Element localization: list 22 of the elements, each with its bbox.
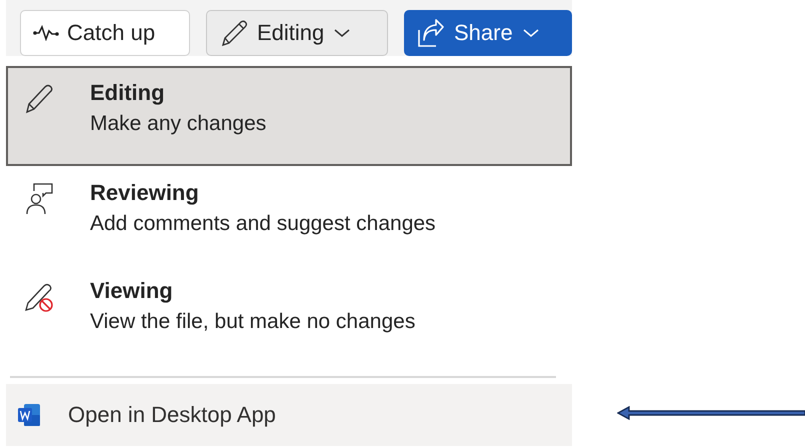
share-icon [416, 18, 446, 48]
item-title: Viewing [90, 278, 174, 304]
chevron-down-icon [522, 28, 539, 38]
pencil-icon [24, 82, 54, 114]
item-description: Make any changes [90, 112, 266, 136]
item-description: Add comments and suggest changes [90, 212, 436, 236]
document-app-icon [16, 402, 42, 428]
catch-up-button[interactable]: Catch up [20, 10, 190, 56]
activity-icon [33, 25, 59, 41]
open-in-desktop-app-item[interactable]: Open in Desktop App [6, 384, 572, 446]
reviewer-icon [24, 182, 54, 214]
share-button[interactable]: Share [404, 10, 572, 56]
item-title: Editing [90, 80, 166, 106]
mode-menu-item[interactable]: Editing Make any changes [6, 66, 572, 166]
item-title: Reviewing [90, 180, 200, 206]
chevron-down-icon [334, 28, 350, 38]
arrow-annotation-icon [617, 406, 805, 420]
mode-menu-item[interactable]: Reviewing Add comments and suggest changes [6, 166, 572, 264]
pencil-icon [219, 18, 249, 48]
mode-menu-item[interactable]: Viewing View the file, but make no changes [6, 264, 572, 362]
editing-mode-button[interactable]: Editing [206, 10, 388, 56]
item-description: View the file, but make no changes [90, 310, 416, 334]
